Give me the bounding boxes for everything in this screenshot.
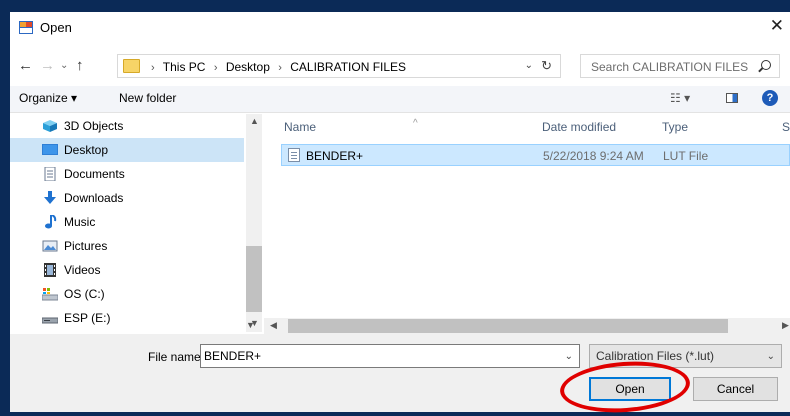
lut-file-icon — [288, 148, 300, 162]
dialog-footer: File name: BENDER+ ⌄ Calibration Files (… — [10, 334, 790, 412]
sidebar-item-documents[interactable]: Documents — [10, 162, 244, 186]
change-view-icon[interactable]: ☷ ▾ — [670, 91, 690, 105]
sidebar-item-label: Pictures — [64, 239, 108, 253]
pictures-icon — [42, 240, 58, 252]
file-name-value: BENDER+ — [204, 349, 262, 363]
back-arrow-icon[interactable]: ← — [18, 57, 33, 74]
organize-button[interactable]: Organize ▾ — [19, 91, 77, 105]
address-bar[interactable]: › This PC › Desktop › CALIBRATION FILES … — [117, 54, 561, 78]
column-header-size[interactable]: S — [782, 120, 790, 134]
file-list: Name ^ Date modified Type S BENDER+ 5/22… — [272, 114, 790, 332]
scroll-left-arrow-icon[interactable]: ◀ — [270, 320, 277, 331]
open-dialog: Open ✕ ← → ⌄ ↑ › This PC › Desktop › CAL… — [10, 12, 790, 412]
file-type-filter-select[interactable]: Calibration Files (*.lut) ⌄ — [589, 344, 782, 368]
app-icon — [19, 21, 33, 34]
navigation-pane: 3D Objects Desktop Documents Downloads M… — [10, 114, 264, 332]
film-icon — [44, 263, 56, 277]
sidebar-item-os-c[interactable]: OS (C:) — [10, 282, 244, 306]
sidebar-item-label: Music — [64, 215, 96, 229]
file-type-filter-value: Calibration Files (*.lut) — [596, 349, 715, 363]
open-button[interactable]: Open — [589, 377, 671, 401]
sidebar-item-label: Documents — [64, 167, 125, 181]
column-header-type[interactable]: Type — [662, 120, 688, 134]
breadcrumb-separator: › — [278, 62, 282, 74]
file-type: LUT File — [663, 149, 709, 163]
sidebar-item-label: OS (C:) — [64, 287, 105, 301]
sort-caret-icon: ^ — [413, 118, 418, 129]
command-toolbar: Organize ▾ New folder ☷ ▾ ? — [10, 86, 790, 113]
scroll-right-arrow-icon[interactable]: ▶ — [782, 320, 789, 331]
new-folder-button[interactable]: New folder — [119, 91, 176, 105]
cube-icon — [43, 120, 57, 132]
search-placeholder: Search CALIBRATION FILES — [591, 60, 749, 74]
breadcrumb: › This PC › Desktop › CALIBRATION FILES — [146, 60, 406, 74]
desktop-icon — [42, 144, 58, 155]
sidebar-item-esp-e[interactable]: ESP (E:) — [10, 306, 244, 330]
navigation-bar: ← → ⌄ ↑ › This PC › Desktop › CALIBRATIO… — [10, 54, 790, 82]
sidebar-item-3d-objects[interactable]: 3D Objects — [10, 114, 244, 138]
recent-locations-chevron-icon[interactable]: ⌄ — [60, 60, 68, 71]
sidebar-item-music[interactable]: Music — [10, 210, 244, 234]
breadcrumb-separator: › — [213, 62, 218, 74]
up-arrow-icon[interactable]: ↑ — [76, 57, 84, 74]
pane-scroll-chevron-icon[interactable]: ▼ — [246, 320, 255, 330]
refresh-icon[interactable]: ↻ — [541, 58, 552, 74]
column-header-name[interactable]: Name ^ — [284, 118, 418, 134]
filter-dropdown-chevron-icon[interactable]: ⌄ — [767, 351, 775, 362]
file-row-bender[interactable]: BENDER+ 5/22/2018 9:24 AM LUT File — [281, 144, 790, 166]
file-list-horizontal-scrollbar[interactable]: ◀ ▶ — [264, 318, 790, 334]
folder-icon — [123, 59, 140, 73]
breadcrumb-calibration-files[interactable]: CALIBRATION FILES — [290, 60, 406, 74]
download-arrow-icon — [44, 191, 56, 204]
scrollbar-thumb[interactable] — [246, 246, 262, 312]
file-name-dropdown-icon[interactable]: ⌄ — [565, 351, 573, 362]
column-header-label: Name — [284, 120, 317, 134]
sidebar-item-downloads[interactable]: Downloads — [10, 186, 244, 210]
scrollbar-thumb[interactable] — [288, 319, 728, 333]
preview-pane-icon[interactable] — [726, 93, 738, 103]
file-name-label: File name: — [148, 350, 205, 364]
sidebar-item-desktop[interactable]: Desktop — [10, 138, 244, 162]
scroll-up-arrow-icon[interactable]: ▲ — [250, 116, 259, 126]
file-date-modified: 5/22/2018 9:24 AM — [543, 149, 644, 163]
search-input[interactable]: Search CALIBRATION FILES — [580, 54, 780, 78]
file-name-field[interactable]: BENDER+ ⌄ — [200, 344, 580, 368]
column-header-date-modified[interactable]: Date modified — [542, 120, 616, 134]
breadcrumb-this-pc[interactable]: This PC — [163, 60, 206, 74]
sidebar-item-label: Desktop — [64, 143, 109, 157]
breadcrumb-separator: › — [151, 62, 155, 74]
search-icon[interactable] — [761, 60, 771, 70]
forward-arrow-icon[interactable]: → — [40, 57, 55, 74]
music-note-icon — [45, 215, 57, 229]
sidebar-item-label: Videos — [64, 263, 101, 277]
file-name: BENDER+ — [306, 149, 364, 163]
sidebar-item-pictures[interactable]: Pictures — [10, 234, 244, 258]
sidebar-item-label: Downloads — [64, 191, 124, 205]
address-dropdown-chevron-icon[interactable]: ⌄ — [525, 60, 533, 71]
close-icon[interactable]: ✕ — [770, 16, 784, 36]
window-title: Open — [40, 20, 72, 35]
navigation-scrollbar[interactable]: ▲ ▼ — [246, 114, 262, 332]
breadcrumb-desktop[interactable]: Desktop — [226, 60, 270, 74]
title-bar: Open ✕ — [10, 12, 790, 42]
removable-drive-icon — [42, 317, 58, 324]
sidebar-item-label: 3D Objects — [64, 119, 124, 133]
drive-icon — [42, 288, 58, 301]
documents-icon — [44, 167, 56, 181]
sidebar-item-label: ESP (E:) — [64, 311, 111, 325]
sidebar-item-videos[interactable]: Videos — [10, 258, 244, 282]
cancel-button[interactable]: Cancel — [693, 377, 778, 401]
help-icon[interactable]: ? — [762, 90, 778, 106]
